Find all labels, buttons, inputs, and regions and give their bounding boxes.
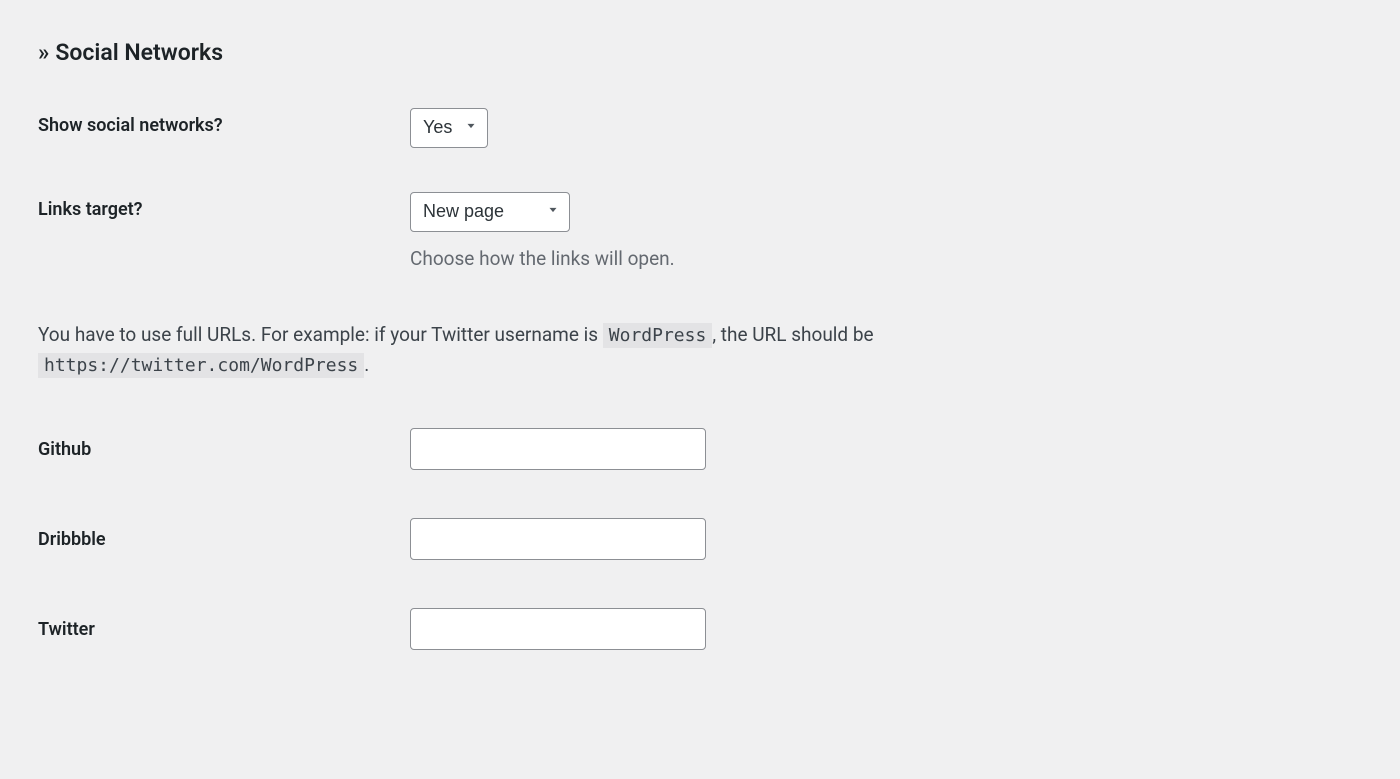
section-heading: »Social Networks [38, 38, 1362, 68]
show-social-label: Show social networks? [38, 108, 410, 137]
field-twitter: Twitter [38, 608, 1362, 650]
show-social-select[interactable]: Yes [410, 108, 488, 148]
github-label: Github [38, 438, 410, 461]
github-input[interactable] [410, 428, 706, 470]
dribbble-input[interactable] [410, 518, 706, 560]
dribbble-label: Dribbble [38, 528, 410, 551]
links-target-select-wrap: New page [410, 192, 570, 232]
info-text-before: You have to use full URLs. For example: … [38, 323, 603, 346]
url-info-text: You have to use full URLs. For example: … [38, 320, 1138, 380]
heading-prefix: » [38, 39, 49, 66]
field-dribbble: Dribbble [38, 518, 1362, 560]
links-target-control: New page Choose how the links will open. [410, 192, 1362, 273]
links-target-label: Links target? [38, 192, 410, 221]
links-target-description: Choose how the links will open. [410, 246, 1362, 273]
heading-title: Social Networks [55, 39, 223, 66]
field-links-target: Links target? New page Choose how the li… [38, 192, 1362, 273]
twitter-control [410, 608, 706, 650]
settings-section: »Social Networks Show social networks? Y… [0, 0, 1400, 690]
info-code-url: https://twitter.com/WordPress [38, 353, 364, 378]
twitter-input[interactable] [410, 608, 706, 650]
info-code-username: WordPress [603, 323, 713, 348]
field-show-social: Show social networks? Yes [38, 108, 1362, 148]
twitter-label: Twitter [38, 618, 410, 641]
show-social-select-wrap: Yes [410, 108, 488, 148]
field-github: Github [38, 428, 1362, 470]
github-control [410, 428, 706, 470]
dribbble-control [410, 518, 706, 560]
info-text-after: . [364, 353, 369, 376]
show-social-control: Yes [410, 108, 1362, 148]
links-target-select[interactable]: New page [410, 192, 570, 232]
info-text-mid: , the URL should be [712, 323, 873, 346]
